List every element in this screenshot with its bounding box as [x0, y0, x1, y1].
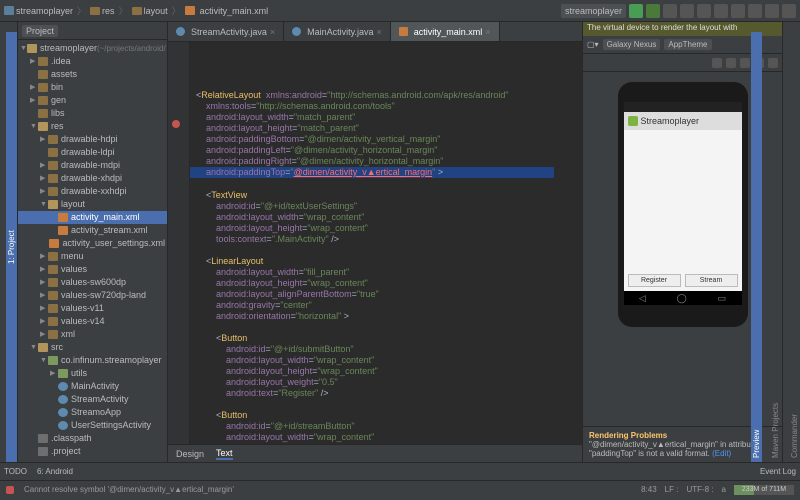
project-view-combo[interactable]: Project: [22, 25, 58, 37]
editor-tabs: StreamActivity.java ×MainActivity.java ×…: [168, 22, 582, 42]
editor-mode-tabs: Design Text: [168, 444, 582, 462]
memory-indicator[interactable]: 233M of 711M: [734, 485, 794, 495]
project-tree[interactable]: ▼streamoplayer (~/projects/android/▶.ide…: [18, 40, 167, 460]
tree-item[interactable]: UserSettingsActivity: [18, 419, 167, 432]
tree-item[interactable]: drawable-ldpi: [18, 146, 167, 159]
status-message: Cannot resolve symbol '@dimen/activity_v…: [24, 485, 234, 494]
run-config-dropdown[interactable]: streamoplayer: [561, 4, 626, 18]
android-nav-bar: ◁◯▭: [624, 291, 742, 305]
tree-item[interactable]: assets: [18, 68, 167, 81]
toolbar-icon[interactable]: [748, 4, 762, 18]
theme-selector[interactable]: AppTheme: [664, 39, 711, 50]
debug-icon[interactable]: [646, 4, 660, 18]
tree-item[interactable]: ▶xml: [18, 328, 167, 341]
preview-tool-icon[interactable]: [726, 58, 736, 68]
toolbar-icon[interactable]: [663, 4, 677, 18]
tree-item[interactable]: ▶values: [18, 263, 167, 276]
main-toolbar: streamoplayer 〉 res 〉 layout 〉 activity_…: [0, 0, 800, 22]
tree-item[interactable]: ▶menu: [18, 250, 167, 263]
editor-tab[interactable]: MainActivity.java ×: [284, 22, 391, 41]
project-panel: Project ▼streamoplayer (~/projects/andro…: [18, 22, 168, 462]
line-separator[interactable]: LF :: [665, 485, 679, 495]
toolbar-icon[interactable]: [680, 4, 694, 18]
tree-item[interactable]: libs: [18, 107, 167, 120]
tree-item[interactable]: ▼src: [18, 341, 167, 354]
caret-position: 8:43: [641, 485, 657, 495]
toolbar-icon[interactable]: [697, 4, 711, 18]
tree-item[interactable]: ▼layout: [18, 198, 167, 211]
commander-tab[interactable]: Commander: [789, 32, 800, 462]
preview-tab[interactable]: Preview: [751, 32, 762, 462]
tree-item[interactable]: ▶drawable-hdpi: [18, 133, 167, 146]
toolbar-icon[interactable]: [765, 4, 779, 18]
tree-item[interactable]: ▶drawable-xhdpi: [18, 172, 167, 185]
tree-item[interactable]: ▶gen: [18, 94, 167, 107]
status-bar: Cannot resolve symbol '@dimen/activity_v…: [0, 480, 800, 498]
editor-tab[interactable]: activity_main.xml ×: [391, 22, 500, 41]
todo-tab[interactable]: TODO: [4, 467, 27, 476]
preview-tool-icon[interactable]: [712, 58, 722, 68]
project-tool-tab[interactable]: 1: Project: [6, 32, 17, 462]
toolbar-icon[interactable]: [714, 4, 728, 18]
tree-item[interactable]: ▶utils: [18, 367, 167, 380]
run-icon[interactable]: [629, 4, 643, 18]
register-button[interactable]: Register: [628, 274, 681, 287]
tree-item[interactable]: activity_main.xml: [18, 211, 167, 224]
code-editor[interactable]: <RelativeLayout xmlns:android="http://sc…: [168, 42, 582, 444]
breadcrumb[interactable]: streamoplayer 〉 res 〉 layout 〉 activity_…: [4, 4, 268, 17]
insert-mode: a: [722, 485, 726, 495]
tree-item[interactable]: ▶bin: [18, 81, 167, 94]
tree-item[interactable]: ▶.idea: [18, 55, 167, 68]
toolbar-icon[interactable]: [731, 4, 745, 18]
tree-item[interactable]: .project: [18, 445, 167, 458]
android-status-bar: [624, 102, 742, 112]
device-frame: Streamoplayer Register Stream ◁◯▭: [618, 82, 748, 327]
file-encoding[interactable]: UTF-8 :: [686, 485, 713, 495]
tree-item[interactable]: activity_stream.xml: [18, 224, 167, 237]
right-tool-tabs: Commander Maven Projects Preview: [782, 22, 800, 462]
tree-item[interactable]: ▶drawable-mdpi: [18, 159, 167, 172]
tree-item[interactable]: ▼streamoplayer (~/projects/android/: [18, 42, 167, 55]
tree-item[interactable]: StreamoApp: [18, 406, 167, 419]
edit-link[interactable]: (Edit): [712, 449, 731, 458]
error-indicator-icon[interactable]: [6, 486, 14, 494]
app-title: Streamoplayer: [641, 116, 700, 126]
tree-item[interactable]: AndroidManifest.xml: [18, 458, 167, 460]
tree-item[interactable]: ▶values-sw600dp: [18, 276, 167, 289]
search-icon[interactable]: [782, 4, 796, 18]
tree-item[interactable]: ▶values-sw720dp-land: [18, 289, 167, 302]
tree-item[interactable]: ▶values-v14: [18, 315, 167, 328]
android-tab[interactable]: 6: Android: [37, 467, 73, 476]
tree-item[interactable]: ▼co.infinum.streamoplayer: [18, 354, 167, 367]
design-tab[interactable]: Design: [176, 449, 204, 459]
text-tab[interactable]: Text: [216, 448, 233, 460]
tree-item[interactable]: ▶drawable-xxhdpi: [18, 185, 167, 198]
app-icon: [628, 116, 638, 126]
bottom-tool-tabs: TODO 6: Android Event Log: [0, 462, 800, 480]
tree-item[interactable]: ▶values-v11: [18, 302, 167, 315]
breakpoint-icon[interactable]: [172, 120, 180, 128]
tree-item[interactable]: StreamActivity: [18, 393, 167, 406]
left-tool-tabs: 1: Project 7: Structure Build Variants 2…: [0, 22, 18, 462]
tree-item[interactable]: .classpath: [18, 432, 167, 445]
maven-tab[interactable]: Maven Projects: [770, 32, 781, 462]
editor-area: StreamActivity.java ×MainActivity.java ×…: [168, 22, 582, 462]
tree-item[interactable]: MainActivity: [18, 380, 167, 393]
editor-tab[interactable]: StreamActivity.java ×: [168, 22, 284, 41]
tree-item[interactable]: ▼res: [18, 120, 167, 133]
stream-button[interactable]: Stream: [685, 274, 738, 287]
android-action-bar: Streamoplayer: [624, 112, 742, 130]
device-selector[interactable]: Galaxy Nexus: [603, 39, 661, 50]
event-log-tab[interactable]: Event Log: [760, 467, 796, 476]
tree-item[interactable]: activity_user_settings.xml: [18, 237, 167, 250]
preview-tool-icon[interactable]: [740, 58, 750, 68]
